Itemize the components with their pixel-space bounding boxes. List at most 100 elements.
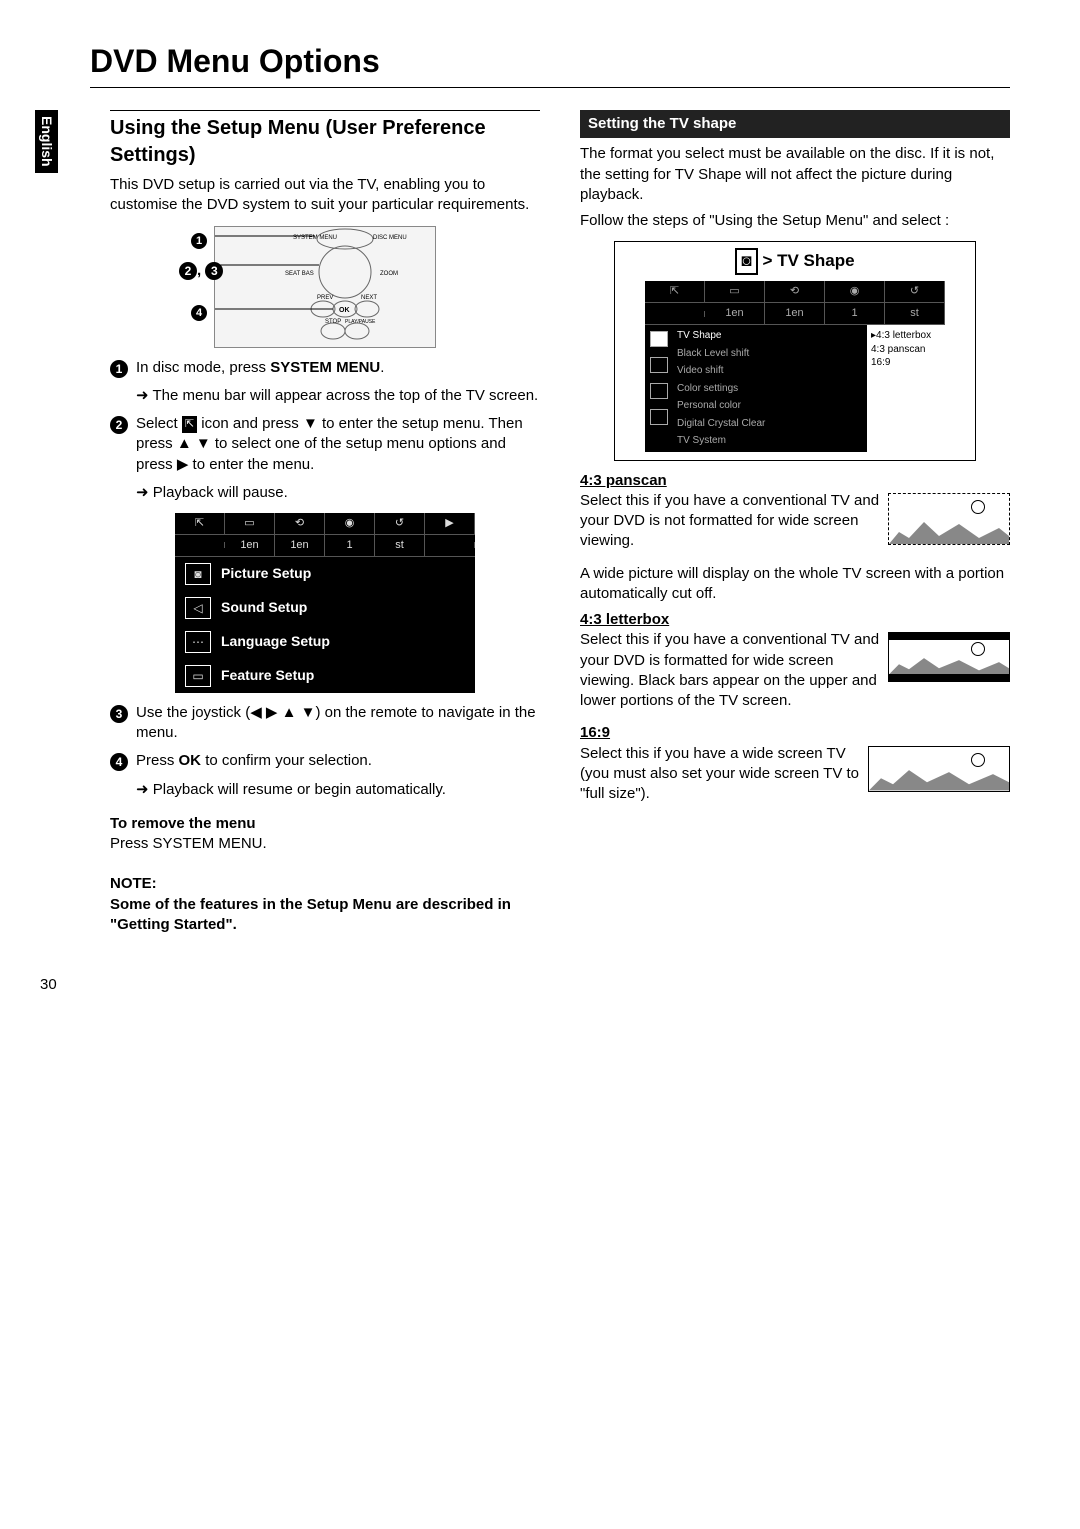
step-number-1: 1 xyxy=(110,360,128,378)
remote-label-seatbas: SEAT BAS xyxy=(285,271,314,277)
remote-label-zoom: ZOOM xyxy=(380,271,398,277)
menu-bar-cell: ⇱ xyxy=(175,513,225,534)
opt-169-heading: 16:9 xyxy=(580,724,610,741)
tv-option: TV Shape xyxy=(677,327,863,345)
opt-letterbox-text: Select this if you have a conventional T… xyxy=(580,631,879,709)
step-3-text: Use the joystick (◀ ▶ ▲ ▼) on the remote… xyxy=(136,703,540,744)
opt-panscan-text2: A wide picture will display on the whole… xyxy=(580,564,1010,605)
tv-bar-cell: st xyxy=(885,303,945,324)
opt-169-text: Select this if you have a wide screen TV… xyxy=(580,745,859,803)
note-block: NOTE: Some of the features in the Setup … xyxy=(110,874,540,935)
menu-bar-cell: 1 xyxy=(325,535,375,556)
picture-icon: ◙ xyxy=(735,248,757,275)
tv-sidebar-icons xyxy=(645,325,673,452)
panscan-illustration xyxy=(888,493,1010,545)
callout-2: 2 xyxy=(179,262,197,280)
remove-heading: To remove the menu xyxy=(110,815,256,832)
menu-item-language: ⋯ Language Setup xyxy=(175,625,475,659)
section-heading-setup: Using the Setup Menu (User Preference Se… xyxy=(110,110,540,169)
setup-icon-inline: ⇱ xyxy=(182,416,197,433)
tv-shape-diagram: ◙ > TV Shape ⇱ ▭ ⟲ ◉ ↺ 1en 1en 1 st xyxy=(614,241,976,460)
remote-label-disc-menu: DISC MENU xyxy=(373,235,407,241)
step-4-text-a: Press xyxy=(136,752,179,769)
remote-label-prev: PREV xyxy=(317,295,333,301)
step-1: 1 In disc mode, press SYSTEM MENU. xyxy=(110,358,540,378)
remote-label-stop: STOP xyxy=(325,319,341,325)
tv-option: Personal color xyxy=(677,397,863,415)
picture-icon xyxy=(650,331,668,347)
menu-label: Language Setup xyxy=(221,632,330,651)
tv-values-popup: ▸4:3 letterbox 4:3 panscan 16:9 xyxy=(867,325,945,452)
wide-illustration xyxy=(868,746,1010,792)
tv-bar-cell: 1en xyxy=(705,303,765,324)
tv-bar-cell: ↺ xyxy=(885,281,945,302)
step-2-sub: Playback will pause. xyxy=(136,483,540,503)
language-icon xyxy=(650,383,668,399)
step-4: 4 Press OK to confirm your selection. xyxy=(110,751,540,771)
menu-bar-cell: ⟲ xyxy=(275,513,325,534)
menu-bar-cell: st xyxy=(375,535,425,556)
feature-icon: ▭ xyxy=(185,665,211,687)
menu-bar-cell: 1en xyxy=(225,535,275,556)
tvshape-p2: Follow the steps of "Using the Setup Men… xyxy=(580,211,1010,231)
tv-value: 4:3 letterbox xyxy=(876,330,931,341)
picture-icon: ◙ xyxy=(185,563,211,585)
page-number: 30 xyxy=(40,975,1010,995)
menu-bar-cell: ▭ xyxy=(225,513,275,534)
subhead-tv-shape: Setting the TV shape xyxy=(580,110,1010,138)
intro-text: This DVD setup is carried out via the TV… xyxy=(110,175,540,216)
menu-bar-cell: ▶ xyxy=(425,513,475,534)
menu-bar-cell: 1en xyxy=(275,535,325,556)
step-2-text-a: Select xyxy=(136,415,182,432)
onscreen-menu: ⇱ ▭ ⟲ ◉ ↺ ▶ 1en 1en 1 st ◙ Picture Setup… xyxy=(175,513,475,693)
tv-option: Digital Crystal Clear xyxy=(677,415,863,433)
note-text: Some of the features in the Setup Menu a… xyxy=(110,896,511,933)
tvshape-p1: The format you select must be available … xyxy=(580,144,1010,205)
tv-bar-cell: ◉ xyxy=(825,281,885,302)
note-heading: NOTE: xyxy=(110,875,157,892)
page-title: DVD Menu Options xyxy=(90,40,1010,88)
tv-bar-cell: 1en xyxy=(765,303,825,324)
tv-bar-cell: ⇱ xyxy=(645,281,705,302)
remote-label-playpause: PLAY/PAUSE xyxy=(345,319,376,325)
step-4-sub: Playback will resume or begin automatica… xyxy=(136,780,540,800)
tv-options-list: TV Shape Black Level shift Video shift C… xyxy=(673,325,867,452)
opt-panscan-text: Select this if you have a conventional T… xyxy=(580,492,879,550)
step-3: 3 Use the joystick (◀ ▶ ▲ ▼) on the remo… xyxy=(110,703,540,744)
tv-option: TV System xyxy=(677,432,863,450)
callout-3: 3 xyxy=(205,262,223,280)
step-1-text-c: . xyxy=(380,359,384,376)
tv-bar-cell xyxy=(645,311,705,317)
step-number-3: 3 xyxy=(110,705,128,723)
tv-shape-title-text: > TV Shape xyxy=(762,251,854,270)
tv-bar-cell: 1 xyxy=(825,303,885,324)
remote-diagram: 1 2, 3 4 SYSTEM MENU DISC MENU SEAT BAS … xyxy=(175,226,475,348)
language-tab: English xyxy=(35,110,58,173)
tv-value: 4:3 panscan xyxy=(871,343,941,357)
step-4-text-c: to confirm your selection. xyxy=(205,752,372,769)
tv-bar-cell: ⟲ xyxy=(765,281,825,302)
menu-bar-cell: ↺ xyxy=(375,513,425,534)
menu-item-feature: ▭ Feature Setup xyxy=(175,659,475,693)
menu-bar-cell xyxy=(175,542,225,548)
sound-icon xyxy=(650,357,668,373)
tv-value: 16:9 xyxy=(871,356,941,370)
step-1-text-b: SYSTEM MENU xyxy=(270,359,380,376)
remote-label-next: NEXT xyxy=(361,295,377,301)
tv-bar-cell: ▭ xyxy=(705,281,765,302)
step-number-2: 2 xyxy=(110,416,128,434)
language-icon: ⋯ xyxy=(185,631,211,653)
step-4-text-b: OK xyxy=(179,752,202,769)
remote-label-ok: OK xyxy=(339,307,350,314)
menu-label: Sound Setup xyxy=(221,598,307,617)
step-number-4: 4 xyxy=(110,753,128,771)
opt-panscan-heading: 4:3 panscan xyxy=(580,472,667,489)
menu-bar-cell: ◉ xyxy=(325,513,375,534)
menu-item-sound: ◁ Sound Setup xyxy=(175,591,475,625)
step-2: 2 Select ⇱ icon and press ▼ to enter the… xyxy=(110,414,540,475)
opt-letterbox-heading: 4:3 letterbox xyxy=(580,611,669,628)
menu-label: Feature Setup xyxy=(221,666,314,685)
sound-icon: ◁ xyxy=(185,597,211,619)
tv-option: Video shift xyxy=(677,362,863,380)
callout-4: 4 xyxy=(191,305,207,321)
